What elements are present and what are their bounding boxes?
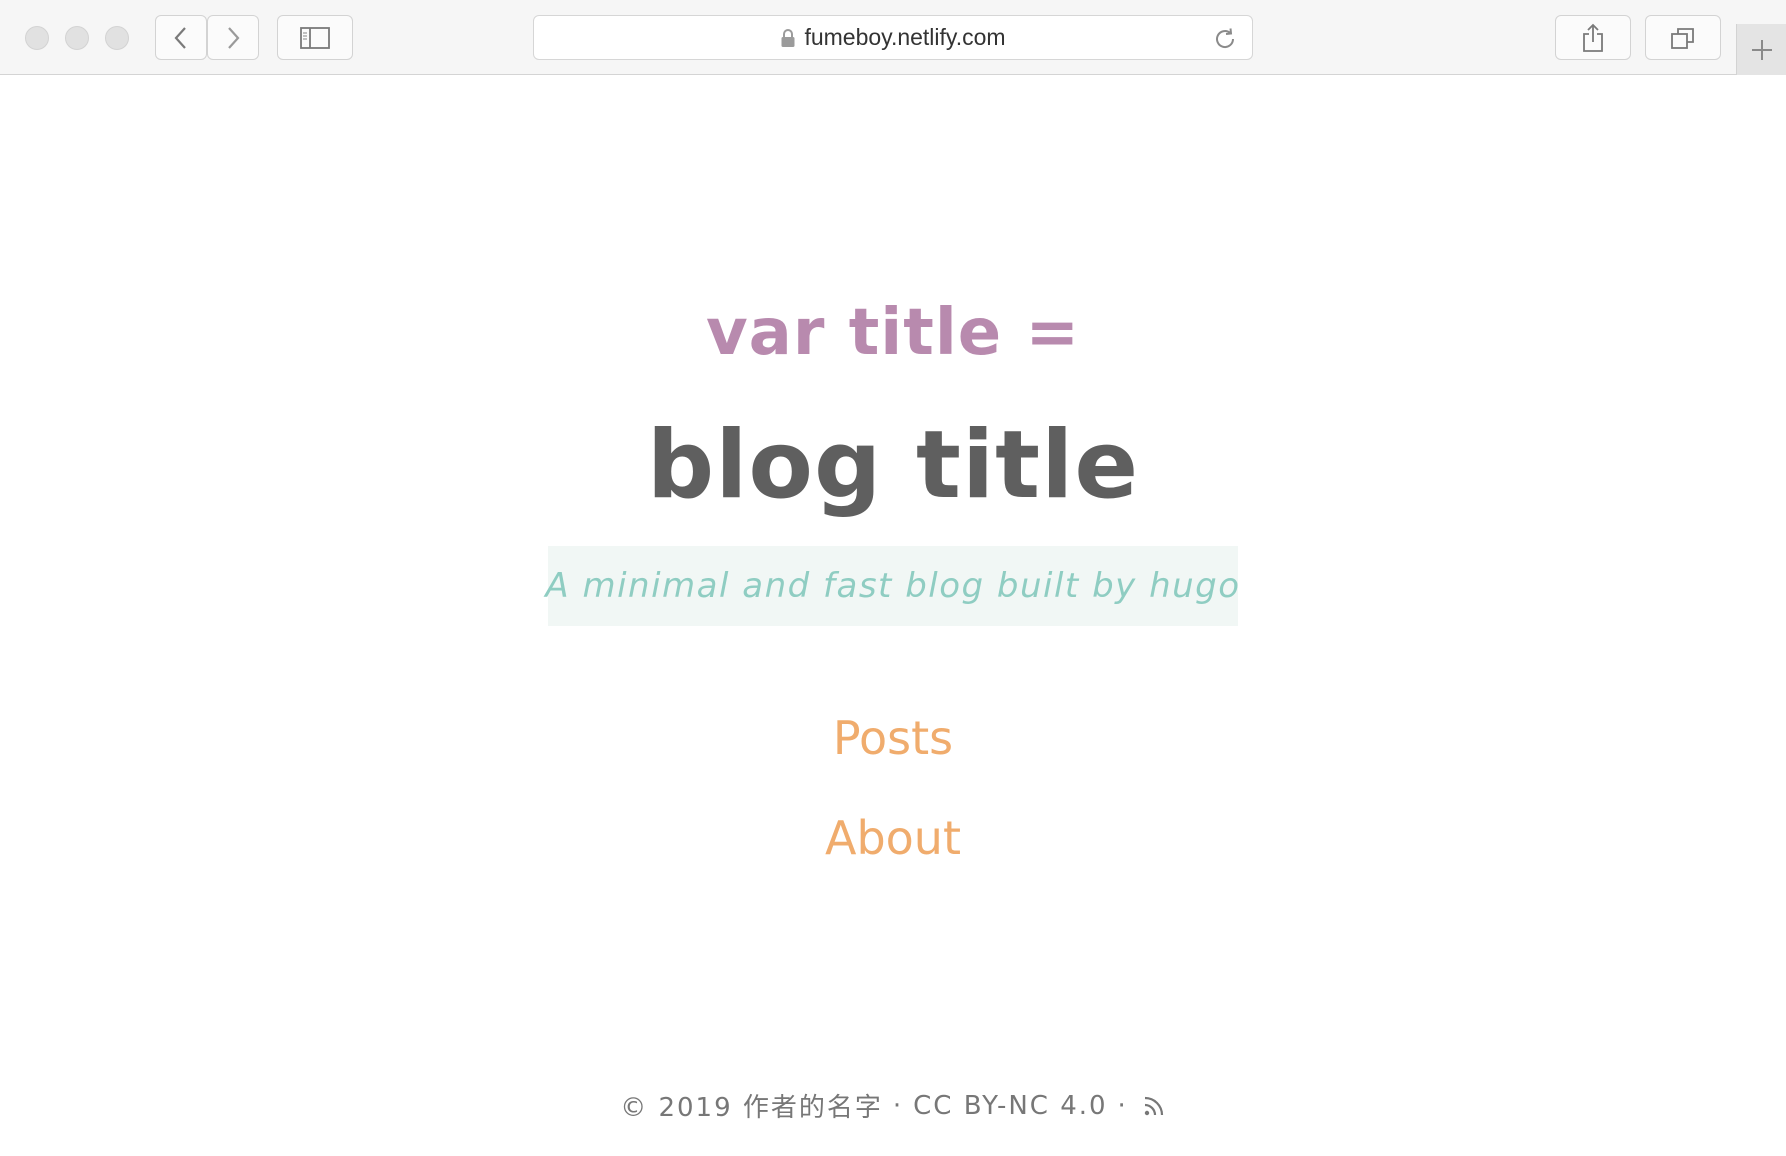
sidebar-icon (300, 26, 330, 49)
nav-link-about[interactable]: About (0, 811, 1786, 865)
share-icon (1583, 23, 1603, 52)
page-content: var title = blog title A minimal and fas… (0, 76, 1786, 1156)
tabs-icon (1671, 27, 1694, 49)
plus-icon (1751, 39, 1772, 60)
tabs-overview-button[interactable] (1645, 15, 1721, 60)
rss-icon (1144, 1096, 1163, 1115)
footer-license-link[interactable]: CC BY-NC 4.0 (913, 1091, 1107, 1121)
chevron-left-icon (174, 26, 186, 49)
forward-button[interactable] (207, 15, 259, 60)
tagline: A minimal and fast blog built by hugo (545, 566, 1241, 606)
title-prefix: var title = (705, 296, 1081, 370)
back-button[interactable] (155, 15, 207, 60)
url-text: fumeboy.netlify.com (804, 24, 1006, 50)
address-bar[interactable]: fumeboy.netlify.com (533, 15, 1253, 60)
new-tab-button[interactable] (1736, 24, 1786, 75)
minimize-window-button[interactable] (65, 26, 89, 50)
share-button[interactable] (1555, 15, 1631, 60)
browser-toolbar: fumeboy.netlify.com (0, 0, 1786, 75)
footer: © 2019 作者的名字 · CC BY-NC 4.0 · (0, 1087, 1786, 1124)
blog-title: blog title (646, 411, 1140, 520)
rss-link[interactable] (1142, 1094, 1166, 1118)
footer-separator: · (1117, 1090, 1128, 1121)
close-window-button[interactable] (25, 26, 49, 50)
tagline-box: A minimal and fast blog built by hugo (545, 546, 1241, 626)
nav-link-posts[interactable]: Posts (0, 711, 1786, 765)
reload-icon (1216, 28, 1235, 48)
footer-separator: · (892, 1090, 904, 1121)
sidebar-button[interactable] (277, 15, 353, 60)
footer-copyright: © 2019 作者的名字 (620, 1093, 883, 1123)
reload-button[interactable] (1212, 26, 1238, 56)
lock-icon (781, 28, 795, 47)
zoom-window-button[interactable] (105, 26, 129, 50)
chevron-right-icon (228, 26, 240, 49)
